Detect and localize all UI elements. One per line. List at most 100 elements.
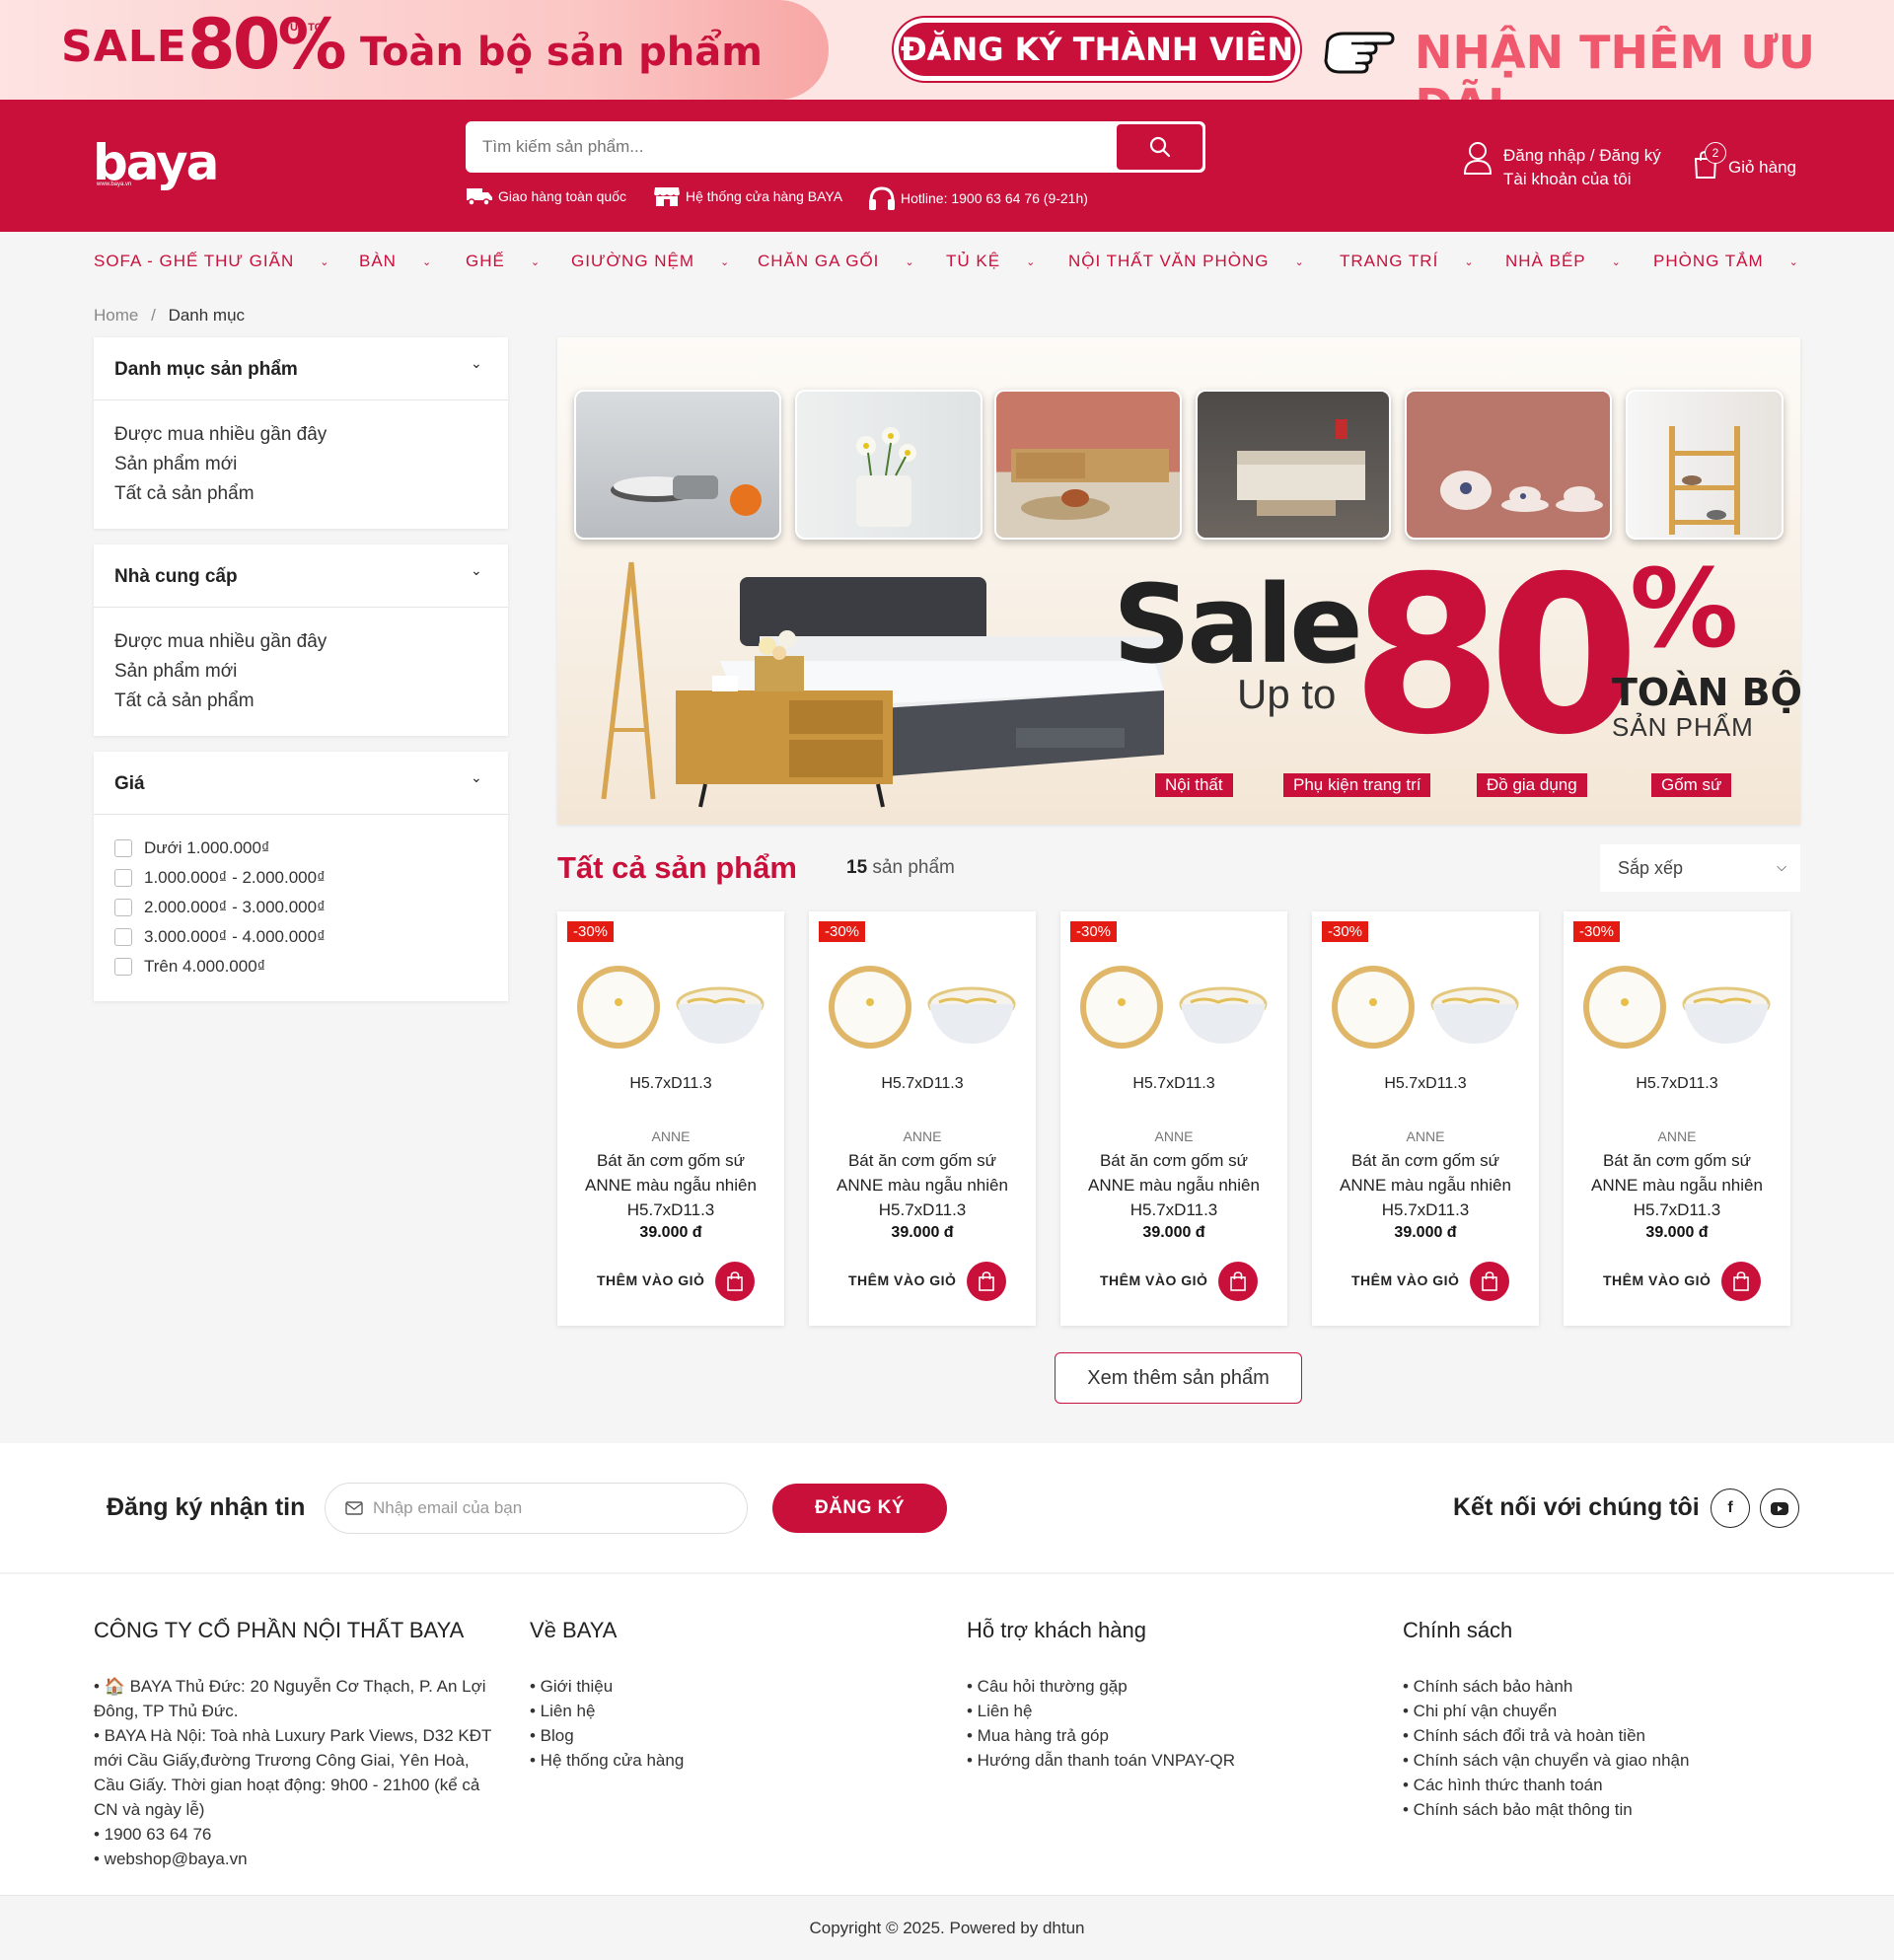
banner-tag-do-gia-dung[interactable]: Đồ gia dụng	[1477, 773, 1587, 797]
checkbox[interactable]	[114, 899, 132, 916]
product-image[interactable]	[577, 963, 765, 1052]
add-to-cart-button[interactable]	[1470, 1262, 1509, 1301]
footer-link[interactable]: • Chính sách vận chuyển và giao nhận	[1403, 1748, 1689, 1773]
footer-link[interactable]: • Liên hệ	[530, 1699, 684, 1723]
add-to-cart-label[interactable]: THÊM VÀO GIỎ	[848, 1272, 956, 1288]
nav-item-ghe[interactable]: GHẾ ⌄	[466, 252, 541, 271]
banner-tag-gom-su[interactable]: Gốm sứ	[1651, 773, 1732, 797]
product-image[interactable]	[1332, 963, 1519, 1052]
load-more-button[interactable]: Xem thêm sản phẩm	[1055, 1352, 1302, 1404]
chevron-down-icon[interactable]: ⌄	[471, 562, 482, 579]
chevron-down-icon[interactable]: ⌄	[471, 355, 482, 372]
product-name[interactable]: Bát ăn cơm gốm sứ ANNE màu ngẫu nhiên H5…	[829, 1148, 1016, 1222]
add-to-cart-button[interactable]	[1218, 1262, 1258, 1301]
sort-select[interactable]: Sắp xếp ⌵	[1600, 844, 1800, 892]
footer-link[interactable]: • Các hình thức thanh toán	[1403, 1773, 1689, 1797]
footer-link[interactable]: • Hướng dẫn thanh toán VNPAY-QR	[967, 1748, 1235, 1773]
price-option[interactable]: 3.000.000₫ - 4.000.000₫	[114, 927, 326, 947]
newsletter-email-field[interactable]: Nhập email của bạn	[325, 1483, 748, 1534]
nav-item-phong-tam[interactable]: PHÒNG TẮM ⌄	[1653, 252, 1799, 271]
footer-link[interactable]: • Giới thiệu	[530, 1674, 684, 1699]
category-filter-title[interactable]: Danh mục sản phẩm	[114, 359, 298, 381]
price-label: Dưới 1.000.000₫	[144, 838, 270, 857]
footer-company-line[interactable]: • webshop@baya.vn	[94, 1847, 498, 1871]
product-image[interactable]	[1583, 963, 1771, 1052]
login-register-link[interactable]: Đăng nhập / Đăng ký	[1503, 146, 1661, 166]
product-name[interactable]: Bát ăn cơm gốm sứ ANNE màu ngẫu nhiên H5…	[1583, 1148, 1771, 1222]
product-card[interactable]: -30% H5.7xD11.3 ANNE Bát ăn cơm gốm sứ A…	[1060, 911, 1287, 1326]
nav-item-sofa[interactable]: SOFA - GHẾ THƯ GIÃN ⌄	[94, 252, 329, 271]
supplier-link[interactable]: Được mua nhiều gần đây	[114, 627, 327, 657]
product-image[interactable]	[829, 963, 1016, 1052]
nav-item-chan-ga-goi[interactable]: CHĂN GA GỐI ⌄	[758, 252, 915, 271]
checkbox[interactable]	[114, 869, 132, 887]
price-filter-title[interactable]: Giá	[114, 773, 145, 795]
cart-link[interactable]: Giỏ hàng	[1728, 158, 1796, 178]
product-card[interactable]: -30% H5.7xD11.3 ANNE Bát ăn cơm gốm sứ A…	[809, 911, 1036, 1326]
supplier-link[interactable]: Tất cả sản phẩm	[114, 687, 327, 716]
product-image[interactable]	[1080, 963, 1268, 1052]
footer-link[interactable]: • Chính sách đổi trả và hoàn tiền	[1403, 1723, 1689, 1748]
checkbox[interactable]	[114, 928, 132, 946]
promo-bar[interactable]: SALE 80% UP TO Toàn bộ sản phẩm ĐĂNG KÝ …	[0, 0, 1894, 100]
footer-link[interactable]: • Chính sách bảo hành	[1403, 1674, 1689, 1699]
product-name[interactable]: Bát ăn cơm gốm sứ ANNE màu ngẫu nhiên H5…	[577, 1148, 765, 1222]
product-card[interactable]: -30% H5.7xD11.3 ANNE Bát ăn cơm gốm sứ A…	[1564, 911, 1790, 1326]
my-account-link[interactable]: Tài khoản của tôi	[1503, 170, 1631, 189]
chevron-down-icon[interactable]: ⌄	[471, 769, 482, 786]
product-card[interactable]: -30% H5.7xD11.3 ANNE Bát ăn cơm gốm sứ A…	[1312, 911, 1539, 1326]
footer-link[interactable]: • Hệ thống cửa hàng	[530, 1748, 684, 1773]
user-icon[interactable]	[1462, 140, 1493, 181]
footer-company-line[interactable]: • 1900 63 64 76	[94, 1822, 498, 1847]
add-to-cart-label[interactable]: THÊM VÀO GIỎ	[1603, 1272, 1711, 1288]
footer-support-title: Hỗ trợ khách hàng	[967, 1618, 1146, 1642]
stores-info[interactable]: Hệ thống cửa hàng BAYA	[653, 185, 842, 207]
price-option[interactable]: Dưới 1.000.000₫	[114, 838, 270, 858]
product-name[interactable]: Bát ăn cơm gốm sứ ANNE màu ngẫu nhiên H5…	[1332, 1148, 1519, 1222]
newsletter-subscribe-button[interactable]: ĐĂNG KÝ	[772, 1484, 947, 1533]
product-name[interactable]: Bát ăn cơm gốm sứ ANNE màu ngẫu nhiên H5…	[1080, 1148, 1268, 1222]
price-option[interactable]: 2.000.000₫ - 3.000.000₫	[114, 898, 326, 917]
nav-item-ban[interactable]: BÀN ⌄	[359, 252, 432, 271]
banner-tag-phu-kien[interactable]: Phụ kiện trang trí	[1283, 773, 1431, 797]
product-brand: ANNE	[1657, 1128, 1697, 1144]
youtube-icon[interactable]	[1760, 1488, 1799, 1528]
search-icon	[1149, 136, 1170, 158]
category-link[interactable]: Được mua nhiều gần đây	[114, 420, 327, 450]
add-to-cart-button[interactable]	[967, 1262, 1006, 1301]
price-option[interactable]: Trên 4.000.000₫	[114, 957, 265, 977]
footer-link[interactable]: • Liên hệ	[967, 1699, 1235, 1723]
supplier-filter-title[interactable]: Nhà cung cấp	[114, 566, 238, 588]
nav-item-nha-bep[interactable]: NHÀ BẾP ⌄	[1505, 252, 1622, 271]
facebook-icon[interactable]: f	[1711, 1488, 1750, 1528]
product-card[interactable]: -30% H5.7xD11.3 ANNE Bát ăn cơm gốm sứ A…	[557, 911, 784, 1326]
checkbox[interactable]	[114, 958, 132, 976]
search-input[interactable]	[482, 124, 1074, 170]
add-to-cart-label[interactable]: THÊM VÀO GIỎ	[1100, 1272, 1207, 1288]
footer-link[interactable]: • Mua hàng trả góp	[967, 1723, 1235, 1748]
register-member-button[interactable]: ĐĂNG KÝ THÀNH VIÊN	[894, 18, 1300, 81]
category-link[interactable]: Sản phẩm mới	[114, 450, 327, 479]
price-option[interactable]: 1.000.000₫ - 2.000.000₫	[114, 868, 326, 888]
breadcrumb-home[interactable]: Home	[94, 306, 138, 325]
supplier-link[interactable]: Sản phẩm mới	[114, 657, 327, 687]
footer-link[interactable]: • Chính sách bảo mật thông tin	[1403, 1797, 1689, 1822]
checkbox[interactable]	[114, 839, 132, 857]
nav-item-trang-tri[interactable]: TRANG TRÍ ⌄	[1340, 252, 1475, 271]
footer-link[interactable]: • Blog	[530, 1723, 684, 1748]
category-link[interactable]: Tất cả sản phẩm	[114, 479, 327, 509]
nav-item-noi-that-van-phong[interactable]: NỘI THẤT VĂN PHÒNG ⌄	[1068, 252, 1305, 271]
site-logo[interactable]: baya	[93, 138, 219, 187]
add-to-cart-button[interactable]	[715, 1262, 755, 1301]
nav-item-giuong-nem[interactable]: GIƯỜNG NỆM ⌄	[571, 252, 730, 271]
add-to-cart-button[interactable]	[1721, 1262, 1761, 1301]
nav-item-tu-ke[interactable]: TỦ KỆ ⌄	[946, 252, 1036, 271]
footer-link[interactable]: • Chi phí vận chuyển	[1403, 1699, 1689, 1723]
add-to-cart-label[interactable]: THÊM VÀO GIỎ	[597, 1272, 704, 1288]
hotline-info[interactable]: Hotline: 1900 63 64 76 (9-21h)	[868, 185, 1088, 211]
banner-tag-noi-that[interactable]: Nội thất	[1155, 773, 1233, 797]
nav-label: TỦ KỆ	[946, 252, 1001, 270]
footer-link[interactable]: • Câu hỏi thường gặp	[967, 1674, 1235, 1699]
search-button[interactable]	[1117, 124, 1202, 170]
add-to-cart-label[interactable]: THÊM VÀO GIỎ	[1351, 1272, 1459, 1288]
